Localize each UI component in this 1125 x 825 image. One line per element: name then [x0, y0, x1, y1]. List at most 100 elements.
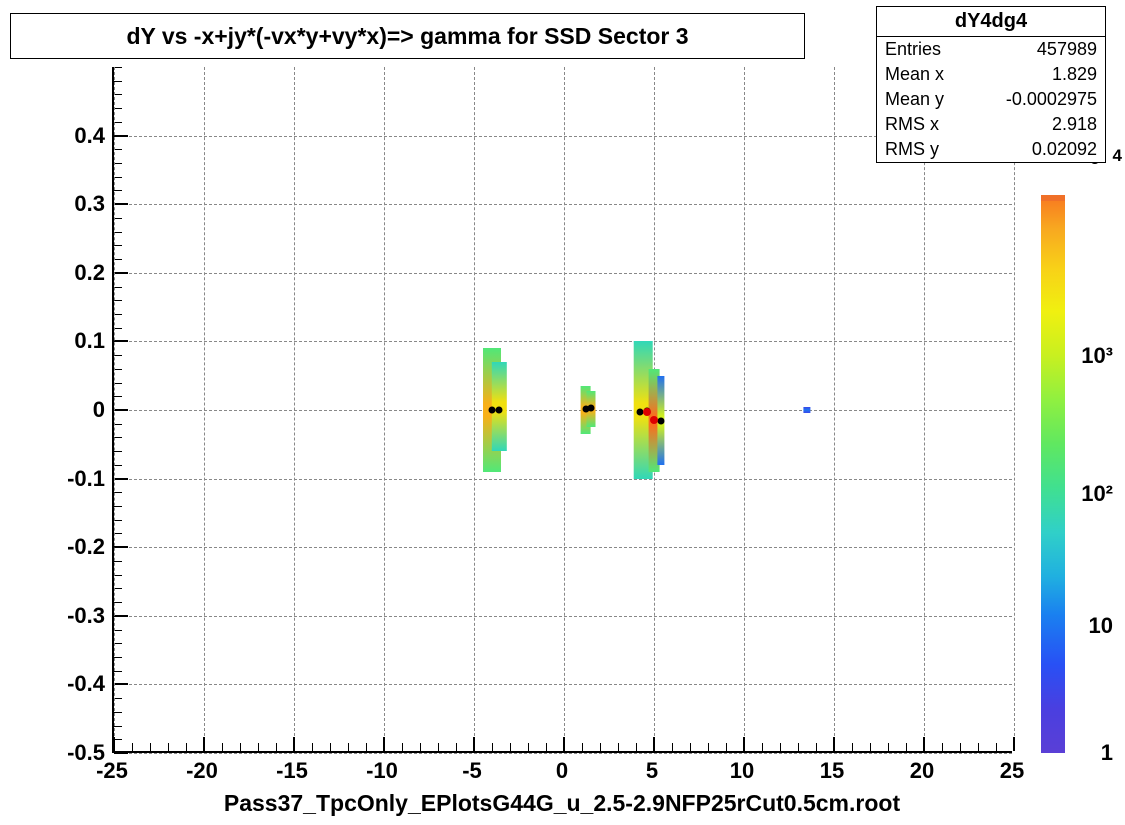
- xtick-minor: [816, 743, 817, 751]
- xtick-minor: [906, 743, 907, 751]
- ytick: [114, 546, 128, 548]
- ytick-minor: [114, 575, 122, 576]
- ytick-minor: [114, 520, 122, 521]
- stats-value: 1.829: [1052, 64, 1097, 85]
- ytick-label: 0.4: [45, 123, 105, 149]
- xtick: [473, 737, 475, 751]
- xtick: [833, 737, 835, 751]
- xtick-label: 25: [1000, 758, 1024, 784]
- gridline-h: [114, 410, 1012, 411]
- xtick-minor: [762, 743, 763, 751]
- chart-title: dY vs -x+jy*(-vx*y+vy*x)=> gamma for SSD…: [126, 23, 688, 50]
- stats-label: Mean y: [885, 89, 944, 110]
- ytick-label: 0: [45, 397, 105, 423]
- stats-label: RMS x: [885, 114, 939, 135]
- colorbar-exponent: 4: [1113, 146, 1122, 175]
- ytick-minor: [114, 259, 122, 260]
- ytick-label: -0.1: [45, 466, 105, 492]
- xtick-minor: [348, 743, 349, 751]
- ytick: [114, 340, 128, 342]
- gridline-h: [114, 684, 1012, 685]
- xtick-minor: [492, 743, 493, 751]
- ytick-label: 0.1: [45, 328, 105, 354]
- ytick-minor: [114, 177, 122, 178]
- xtick-minor: [780, 743, 781, 751]
- ytick: [114, 135, 128, 137]
- ytick-minor: [114, 67, 122, 68]
- xtick-minor: [168, 743, 169, 751]
- gridline-h: [114, 204, 1012, 205]
- ytick: [114, 272, 128, 274]
- xtick-label: -15: [276, 758, 308, 784]
- ytick-minor: [114, 698, 122, 699]
- plot-area: [112, 67, 1012, 753]
- ytick-minor: [114, 492, 122, 493]
- gridline-v: [294, 67, 295, 751]
- stats-value: 457989: [1037, 39, 1097, 60]
- ytick-minor: [114, 218, 122, 219]
- xtick-minor: [132, 743, 133, 751]
- gridline-v: [834, 67, 835, 751]
- xtick: [1013, 737, 1015, 751]
- xtick-minor: [258, 743, 259, 751]
- ytick-minor: [114, 712, 122, 713]
- gridline-h: [114, 547, 1012, 548]
- xtick: [923, 737, 925, 751]
- xtick-minor: [942, 743, 943, 751]
- xtick-label: 10: [730, 758, 754, 784]
- ytick-minor: [114, 122, 122, 123]
- xtick-minor: [528, 743, 529, 751]
- stats-row: RMS y0.02092: [877, 137, 1105, 162]
- xtick-label: 0: [556, 758, 568, 784]
- ytick-minor: [114, 739, 122, 740]
- stats-label: RMS y: [885, 139, 939, 160]
- gridline-h: [114, 273, 1012, 274]
- ytick-label: -0.3: [45, 603, 105, 629]
- xtick: [383, 737, 385, 751]
- chart-canvas: dY vs -x+jy*(-vx*y+vy*x)=> gamma for SSD…: [0, 0, 1125, 825]
- colorbar-label: 10²: [1081, 481, 1113, 507]
- xtick-label: -20: [186, 758, 218, 784]
- xtick-minor: [582, 743, 583, 751]
- ytick-minor: [114, 314, 122, 315]
- colorbar-label: 10: [1089, 613, 1113, 639]
- profile-marker: [588, 404, 595, 411]
- xtick-minor: [438, 743, 439, 751]
- ytick-minor: [114, 232, 122, 233]
- xtick-minor: [420, 743, 421, 751]
- ytick-label: 0.2: [45, 260, 105, 286]
- xtick-minor: [636, 743, 637, 751]
- ytick-minor: [114, 94, 122, 95]
- stats-row: Entries457989: [877, 37, 1105, 62]
- colorbar: [1041, 201, 1065, 753]
- ytick: [114, 203, 128, 205]
- xtick: [563, 737, 565, 751]
- ytick-minor: [114, 424, 122, 425]
- xtick-minor: [546, 743, 547, 751]
- xtick-minor: [996, 743, 997, 751]
- ytick-minor: [114, 245, 122, 246]
- ytick: [114, 683, 128, 685]
- xtick-label: -5: [462, 758, 482, 784]
- xtick-minor: [888, 743, 889, 751]
- gridline-v: [564, 67, 565, 751]
- ytick-minor: [114, 643, 122, 644]
- x-axis-label: Pass37_TpcOnly_EPlotsG44G_u_2.5-2.9NFP25…: [112, 790, 1012, 817]
- ytick-minor: [114, 671, 122, 672]
- gridline-v: [474, 67, 475, 751]
- xtick-minor: [402, 743, 403, 751]
- stats-row: Mean x1.829: [877, 62, 1105, 87]
- xtick: [203, 737, 205, 751]
- ytick-minor: [114, 287, 122, 288]
- xtick: [653, 737, 655, 751]
- profile-marker: [496, 407, 503, 414]
- ytick-minor: [114, 149, 122, 150]
- xtick-minor: [330, 743, 331, 751]
- xtick-minor: [798, 743, 799, 751]
- gridline-h: [114, 341, 1012, 342]
- stats-row: Mean y-0.0002975: [877, 87, 1105, 112]
- gridline-v: [114, 67, 115, 751]
- ytick-minor: [114, 190, 122, 191]
- xtick-minor: [150, 743, 151, 751]
- stats-value: 2.918: [1052, 114, 1097, 135]
